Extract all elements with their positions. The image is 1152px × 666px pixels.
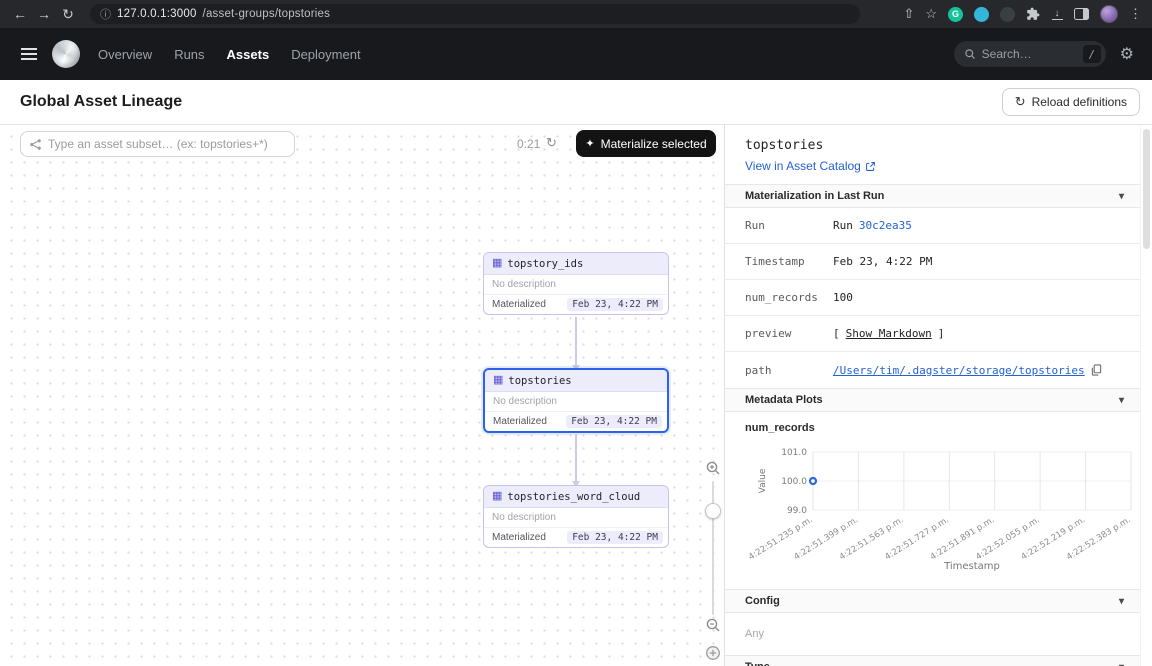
refresh-icon[interactable]: ↻ — [546, 135, 557, 151]
nav-item-assets[interactable]: Assets — [227, 47, 270, 62]
asset-node-description: No description — [484, 508, 668, 528]
profile-avatar[interactable] — [1100, 5, 1118, 23]
global-search[interactable]: / — [954, 41, 1106, 67]
dagster-logo[interactable] — [52, 40, 80, 68]
section-config[interactable]: Config ▾ — [725, 589, 1140, 613]
asset-selection-icon — [29, 138, 42, 151]
chevron-down-icon: ▾ — [1119, 191, 1124, 202]
extensions-puzzle-icon[interactable] — [1026, 7, 1040, 21]
browser-chrome: ← → ↻ ⓘ 127.0.0.1:3000/asset-groups/tops… — [0, 0, 1152, 28]
plot-title: num_records — [725, 412, 1140, 434]
share-icon[interactable]: ⇧ — [903, 6, 914, 22]
scrollbar-thumb[interactable] — [1143, 129, 1150, 249]
asset-node-status: Materialized — [492, 299, 546, 310]
asset-node-name: topstories_word_cloud — [507, 491, 640, 503]
lineage-edge — [575, 434, 577, 482]
table-icon: ▦ — [492, 491, 502, 502]
site-info-icon[interactable]: ⓘ — [100, 6, 111, 22]
asset-node-status: Materialized — [492, 532, 546, 543]
recenter-icon[interactable] — [704, 644, 722, 666]
materialize-selected-button[interactable]: ✦ Materialize selected — [576, 130, 716, 157]
metadata-table: Run Run 30c2ea35 Timestamp Feb 23, 4:22 … — [725, 208, 1140, 388]
slash-shortcut-key: / — [1083, 45, 1101, 63]
extension-icon-2[interactable] — [974, 7, 989, 22]
lineage-graph-canvas[interactable]: 0:21 ↻ ✦ Materialize selected ▦ topstory_… — [0, 125, 725, 666]
metadata-row-num-records: num_records 100 — [725, 280, 1140, 316]
url-host: 127.0.0.1:3000 — [117, 8, 197, 20]
table-icon: ▦ — [492, 258, 502, 269]
refresh-countdown: 0:21 — [517, 137, 540, 151]
hamburger-menu-icon[interactable] — [18, 43, 40, 65]
svg-text:99.0: 99.0 — [787, 506, 807, 516]
show-markdown-link[interactable]: Show Markdown — [846, 327, 932, 340]
sidebar-scrollbar[interactable] — [1140, 125, 1152, 666]
downloads-icon[interactable]: ↓ — [1051, 9, 1063, 20]
settings-gear-icon[interactable]: ⚙ — [1120, 44, 1134, 64]
materialization-timestamp-badge: Feb 23, 4:22 PM — [567, 298, 663, 311]
zoom-out-icon[interactable] — [705, 617, 721, 638]
chevron-down-icon: ▾ — [1119, 395, 1124, 406]
asset-subset-filter[interactable] — [20, 131, 295, 157]
asset-node-topstories[interactable]: ▦ topstories No description Materialized F… — [483, 368, 669, 433]
svg-text:Timestamp: Timestamp — [943, 561, 1000, 572]
page-title-bar: Global Asset Lineage ↻ Reload definition… — [0, 80, 1152, 125]
svg-text:100.0: 100.0 — [781, 477, 807, 487]
reload-definitions-button[interactable]: ↻ Reload definitions — [1002, 88, 1140, 116]
asset-node-description: No description — [485, 392, 667, 412]
view-in-asset-catalog-link[interactable]: View in Asset Catalog — [745, 159, 876, 173]
address-bar[interactable]: ⓘ 127.0.0.1:3000/asset-groups/topstories — [90, 4, 860, 24]
nav-item-overview[interactable]: Overview — [98, 47, 152, 62]
copy-path-icon[interactable] — [1091, 364, 1102, 376]
asset-node-status: Materialized — [493, 416, 547, 427]
browser-menu-icon[interactable]: ⋮ — [1129, 6, 1142, 22]
asset-node-name: topstory_ids — [507, 258, 583, 270]
search-icon — [964, 48, 976, 60]
search-input[interactable] — [982, 47, 1077, 61]
chevron-down-icon: ▾ — [1119, 662, 1124, 666]
section-metadata-plots[interactable]: Metadata Plots ▾ — [725, 388, 1140, 412]
metadata-row-path: path /Users/tim/.dagster/storage/topstor… — [725, 352, 1140, 388]
section-type[interactable]: Type ▾ — [725, 655, 1140, 666]
browser-reload-icon[interactable]: ↻ — [56, 3, 80, 25]
external-link-icon — [865, 161, 876, 172]
extension-icon-3[interactable] — [1000, 7, 1015, 22]
asset-node-topstories-word-cloud[interactable]: ▦ topstories_word_cloud No description Ma… — [483, 485, 669, 548]
metadata-row-timestamp: Timestamp Feb 23, 4:22 PM — [725, 244, 1140, 280]
materialization-timestamp-badge: Feb 23, 4:22 PM — [566, 415, 662, 428]
zoom-in-icon[interactable] — [705, 460, 721, 481]
browser-back-icon[interactable]: ← — [8, 3, 32, 25]
run-id-link[interactable]: 30c2ea35 — [859, 219, 912, 232]
metadata-plot: 99.0100.0101.04:22:51.235 p.m.4:22:51.39… — [725, 434, 1140, 579]
nav-item-runs[interactable]: Runs — [174, 47, 204, 62]
page-title: Global Asset Lineage — [20, 93, 182, 111]
metadata-row-preview: preview [Show Markdown] — [725, 316, 1140, 352]
reload-icon: ↻ — [1015, 94, 1026, 110]
asset-node-name: topstories — [508, 375, 571, 387]
lineage-edge — [575, 317, 577, 366]
asset-node-topstory-ids[interactable]: ▦ topstory_ids No description Materialize… — [483, 252, 669, 315]
sidebar-asset-name: topstories — [745, 138, 1120, 153]
zoom-slider-track[interactable] — [712, 481, 714, 615]
side-panel-icon[interactable] — [1074, 8, 1089, 20]
materialization-timestamp-badge: Feb 23, 4:22 PM — [567, 531, 663, 544]
url-path: /asset-groups/topstories — [203, 8, 331, 20]
svg-text:Value: Value — [758, 468, 768, 493]
asset-detail-sidebar: topstories View in Asset Catalog Materia… — [725, 125, 1152, 666]
chevron-down-icon: ▾ — [1119, 596, 1124, 607]
grammarly-extension-icon[interactable]: G — [948, 7, 963, 22]
materialize-sparkle-icon: ✦ — [585, 137, 594, 150]
browser-forward-icon[interactable]: → — [32, 3, 56, 25]
asset-subset-input[interactable] — [48, 137, 286, 151]
zoom-slider-handle[interactable] — [705, 503, 721, 519]
nav-item-deployment[interactable]: Deployment — [291, 47, 360, 62]
app-header: Overview Runs Assets Deployment / ⚙ — [0, 28, 1152, 80]
asset-node-description: No description — [484, 275, 668, 295]
bookmark-star-icon[interactable]: ☆ — [925, 6, 937, 22]
storage-path-link[interactable]: /Users/tim/.dagster/storage/topstories — [833, 364, 1085, 377]
svg-text:101.0: 101.0 — [781, 448, 807, 458]
config-value: Any — [725, 613, 1140, 655]
section-materialization-in-last-run[interactable]: Materialization in Last Run ▾ — [725, 184, 1140, 208]
table-icon: ▦ — [493, 375, 503, 386]
metadata-row-run: Run Run 30c2ea35 — [725, 208, 1140, 244]
